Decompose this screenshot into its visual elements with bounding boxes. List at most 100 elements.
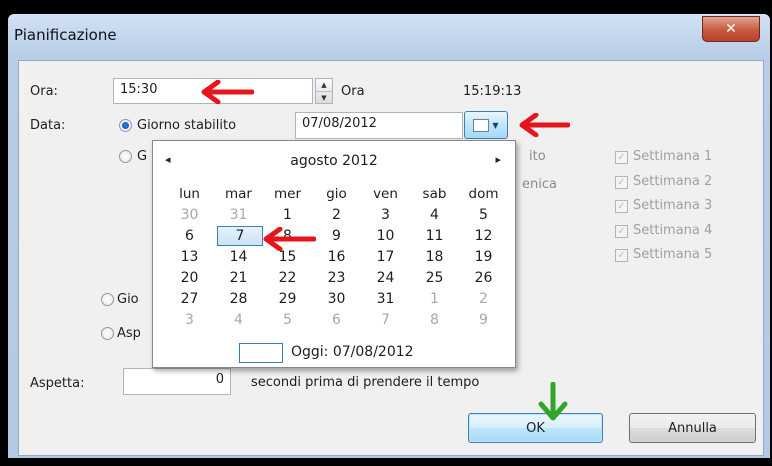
window-title: Pianificazione (14, 26, 117, 44)
week-4-label: Settimana 4 (633, 223, 713, 238)
today-marker[interactable] (239, 343, 283, 363)
day-cell[interactable]: 30 (165, 207, 214, 223)
chevron-down-icon: ▼ (492, 120, 499, 130)
day-cell[interactable]: 24 (361, 270, 410, 286)
day-cell[interactable]: 31 (214, 207, 263, 223)
day-cell[interactable]: 5 (263, 312, 312, 328)
date-dropdown-button[interactable]: ▼ (464, 111, 508, 139)
day-cell[interactable]: 9 (459, 312, 508, 328)
day-cell[interactable]: 28 (214, 291, 263, 307)
week-3-label: Settimana 3 (633, 198, 713, 213)
green-arrow-icon (538, 382, 568, 421)
calendar-week-row: 27 28 29 30 31 1 2 (165, 288, 509, 309)
spinner-down-icon[interactable]: ▼ (316, 91, 332, 104)
day-cell[interactable]: 29 (263, 291, 312, 307)
selected-day-cell[interactable]: 7 (217, 225, 263, 246)
close-icon: ✕ (725, 21, 737, 37)
hidden-text-2: enica (522, 177, 557, 192)
current-time: 15:19:13 (463, 84, 522, 99)
day-cell[interactable]: 21 (214, 270, 263, 286)
week-2-checkbox[interactable]: ✓ (615, 176, 628, 189)
calendar-icon (473, 118, 490, 132)
day-cell[interactable]: 23 (312, 270, 361, 286)
day-cell[interactable]: 22 (263, 270, 312, 286)
day-cell[interactable]: 3 (165, 312, 214, 328)
hidden-text-1: ito (529, 149, 546, 164)
day-cell[interactable]: 9 (312, 228, 361, 244)
day-cell[interactable]: 8 (410, 312, 459, 328)
calendar-popup: ◂ agosto 2012 ▸ lun mar mer gio ven sab … (152, 140, 516, 368)
day-cell[interactable]: 30 (312, 291, 361, 307)
day-cell[interactable]: 31 (361, 291, 410, 307)
calendar-week-row: 13 14 15 16 17 18 19 (165, 246, 509, 267)
day-header: sab (422, 185, 447, 202)
week-3-checkbox[interactable]: ✓ (615, 200, 628, 213)
day-cell[interactable]: 16 (312, 249, 361, 265)
close-button[interactable]: ✕ (702, 16, 760, 42)
week-1-label: Settimana 1 (633, 149, 713, 164)
next-month-icon[interactable]: ▸ (495, 153, 501, 166)
day-cell[interactable]: 1 (263, 207, 312, 223)
day-cell[interactable]: 6 (165, 228, 214, 244)
day-cell[interactable]: 25 (410, 270, 459, 286)
calendar-week-row: 6 7 8 9 10 11 12 (165, 225, 509, 246)
red-arrow-icon (201, 80, 254, 104)
day-cell[interactable]: 27 (165, 291, 214, 307)
day-cell[interactable]: 20 (165, 270, 214, 286)
date-input[interactable]: 07/08/2012 (295, 112, 463, 139)
cancel-button[interactable]: Annulla (629, 413, 756, 443)
day-header: gio (326, 185, 347, 202)
ora-spinner[interactable]: ▲ ▼ (315, 78, 333, 104)
radio-gio-label: Gio (117, 292, 139, 307)
day-header-row: lun mar mer gio ven sab dom (165, 183, 509, 204)
radio-fixed-day-label: Giorno stabilito (137, 118, 237, 133)
ora-unit-label: Ora (341, 84, 365, 99)
radio-recurring[interactable] (119, 150, 132, 163)
spinner-up-icon[interactable]: ▲ (316, 79, 332, 91)
day-cell[interactable]: 12 (459, 228, 508, 244)
week-5-label: Settimana 5 (633, 247, 713, 262)
day-cell[interactable]: 11 (410, 228, 459, 244)
day-cell[interactable]: 26 (459, 270, 508, 286)
calendar-week-row: 20 21 22 23 24 25 26 (165, 267, 509, 288)
day-header: ven (373, 185, 398, 202)
day-cell[interactable]: 6 (312, 312, 361, 328)
day-cell[interactable]: 4 (214, 312, 263, 328)
day-cell[interactable]: 1 (410, 291, 459, 307)
radio-asp[interactable] (101, 327, 114, 340)
day-header: lun (179, 185, 200, 202)
calendar-week-row: 30 31 1 2 3 4 5 (165, 204, 509, 225)
day-cell[interactable]: 10 (361, 228, 410, 244)
radio-recurring-label: G (137, 149, 148, 164)
day-cell[interactable]: 5 (459, 207, 508, 223)
calendar-week-row: 3 4 5 6 7 8 9 (165, 309, 509, 330)
week-5-checkbox[interactable]: ✓ (615, 249, 628, 262)
day-cell[interactable]: 7 (361, 312, 410, 328)
ora-label: Ora: (30, 84, 58, 99)
red-arrow-icon (519, 113, 570, 137)
radio-asp-label: Asp (117, 326, 141, 341)
week-2-label: Settimana 2 (633, 174, 713, 189)
day-cell[interactable]: 17 (361, 249, 410, 265)
data-label: Data: (30, 118, 66, 133)
calendar-grid: lun mar mer gio ven sab dom 30 31 1 2 3 … (165, 183, 509, 330)
red-arrow-icon (263, 227, 316, 251)
day-header: mer (273, 185, 301, 202)
month-title[interactable]: agosto 2012 (153, 153, 515, 169)
day-cell[interactable]: 13 (165, 249, 214, 265)
title-bar[interactable]: Pianificazione ✕ (8, 14, 770, 58)
week-1-checkbox[interactable]: ✓ (615, 151, 628, 164)
week-4-checkbox[interactable]: ✓ (615, 225, 628, 238)
day-cell[interactable]: 14 (214, 249, 263, 265)
day-header: dom (468, 185, 499, 202)
aspetta-input[interactable]: 0 (123, 368, 231, 395)
radio-gio[interactable] (101, 293, 114, 306)
day-cell[interactable]: 2 (312, 207, 361, 223)
day-cell[interactable]: 4 (410, 207, 459, 223)
day-cell[interactable]: 2 (459, 291, 508, 307)
day-cell[interactable]: 18 (410, 249, 459, 265)
radio-fixed-day[interactable] (119, 119, 132, 132)
day-cell[interactable]: 19 (459, 249, 508, 265)
today-link[interactable]: Oggi: 07/08/2012 (291, 344, 414, 360)
day-cell[interactable]: 3 (361, 207, 410, 223)
